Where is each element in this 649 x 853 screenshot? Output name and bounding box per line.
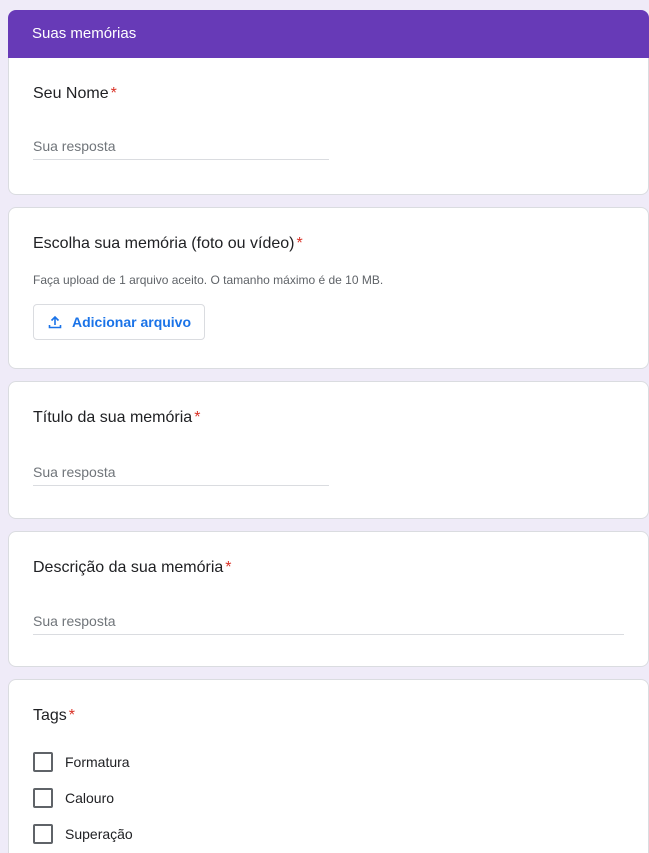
question-label: Tags	[33, 707, 67, 724]
input-placeholder: Sua resposta	[33, 138, 116, 154]
tag-option-superacao[interactable]: Superação	[33, 824, 133, 844]
required-asterisk: *	[225, 559, 232, 576]
checkbox[interactable]	[33, 788, 53, 808]
question-card-memory: Escolha sua memória (foto ou vídeo) * Faç…	[8, 207, 649, 369]
checkbox[interactable]	[33, 752, 53, 772]
question-card-tags: Tags * Formatura Calouro Superação	[8, 679, 649, 853]
name-input[interactable]: Sua resposta	[33, 138, 329, 160]
form-title: Suas memórias	[32, 25, 137, 42]
form-header: Suas memórias	[8, 10, 649, 58]
question-card-title: Título da sua memória * Sua resposta	[8, 381, 649, 519]
question-title-description: Descrição da sua memória *	[33, 559, 232, 577]
required-asterisk: *	[110, 85, 117, 102]
question-card-description: Descrição da sua memória * Sua resposta	[8, 531, 649, 667]
input-placeholder: Sua resposta	[33, 464, 116, 480]
question-card-name: Seu Nome * Sua resposta	[8, 58, 649, 195]
question-label: Título da sua memória	[33, 409, 193, 426]
question-title-tags: Tags *	[33, 707, 75, 725]
question-label: Escolha sua memória (foto ou vídeo)	[33, 235, 295, 252]
add-file-label: Adicionar arquivo	[72, 314, 192, 330]
upload-help-text: Faça upload de 1 arquivo aceito. O taman…	[33, 273, 384, 287]
input-placeholder: Sua resposta	[33, 613, 116, 629]
add-file-button[interactable]: Adicionar arquivo	[33, 304, 205, 340]
tag-option-formatura[interactable]: Formatura	[33, 752, 130, 772]
required-asterisk: *	[194, 409, 201, 426]
required-asterisk: *	[68, 707, 76, 724]
checkbox[interactable]	[33, 824, 53, 844]
required-asterisk: *	[296, 235, 303, 252]
question-title-name: Seu Nome *	[33, 85, 117, 103]
option-label: Calouro	[65, 790, 115, 806]
option-label: Formatura	[65, 754, 130, 770]
form-page: Suas memórias Seu Nome * Sua resposta Esc…	[0, 0, 649, 853]
title-input[interactable]: Sua resposta	[33, 464, 329, 486]
upload-icon	[48, 315, 62, 329]
tag-option-calouro[interactable]: Calouro	[33, 788, 114, 808]
question-title-title: Título da sua memória *	[33, 409, 200, 427]
description-input[interactable]: Sua resposta	[33, 613, 624, 635]
question-label: Descrição da sua memória	[33, 559, 224, 576]
option-label: Superação	[65, 826, 133, 842]
question-label: Seu Nome	[33, 85, 109, 102]
question-title-memory: Escolha sua memória (foto ou vídeo) *	[33, 235, 303, 253]
